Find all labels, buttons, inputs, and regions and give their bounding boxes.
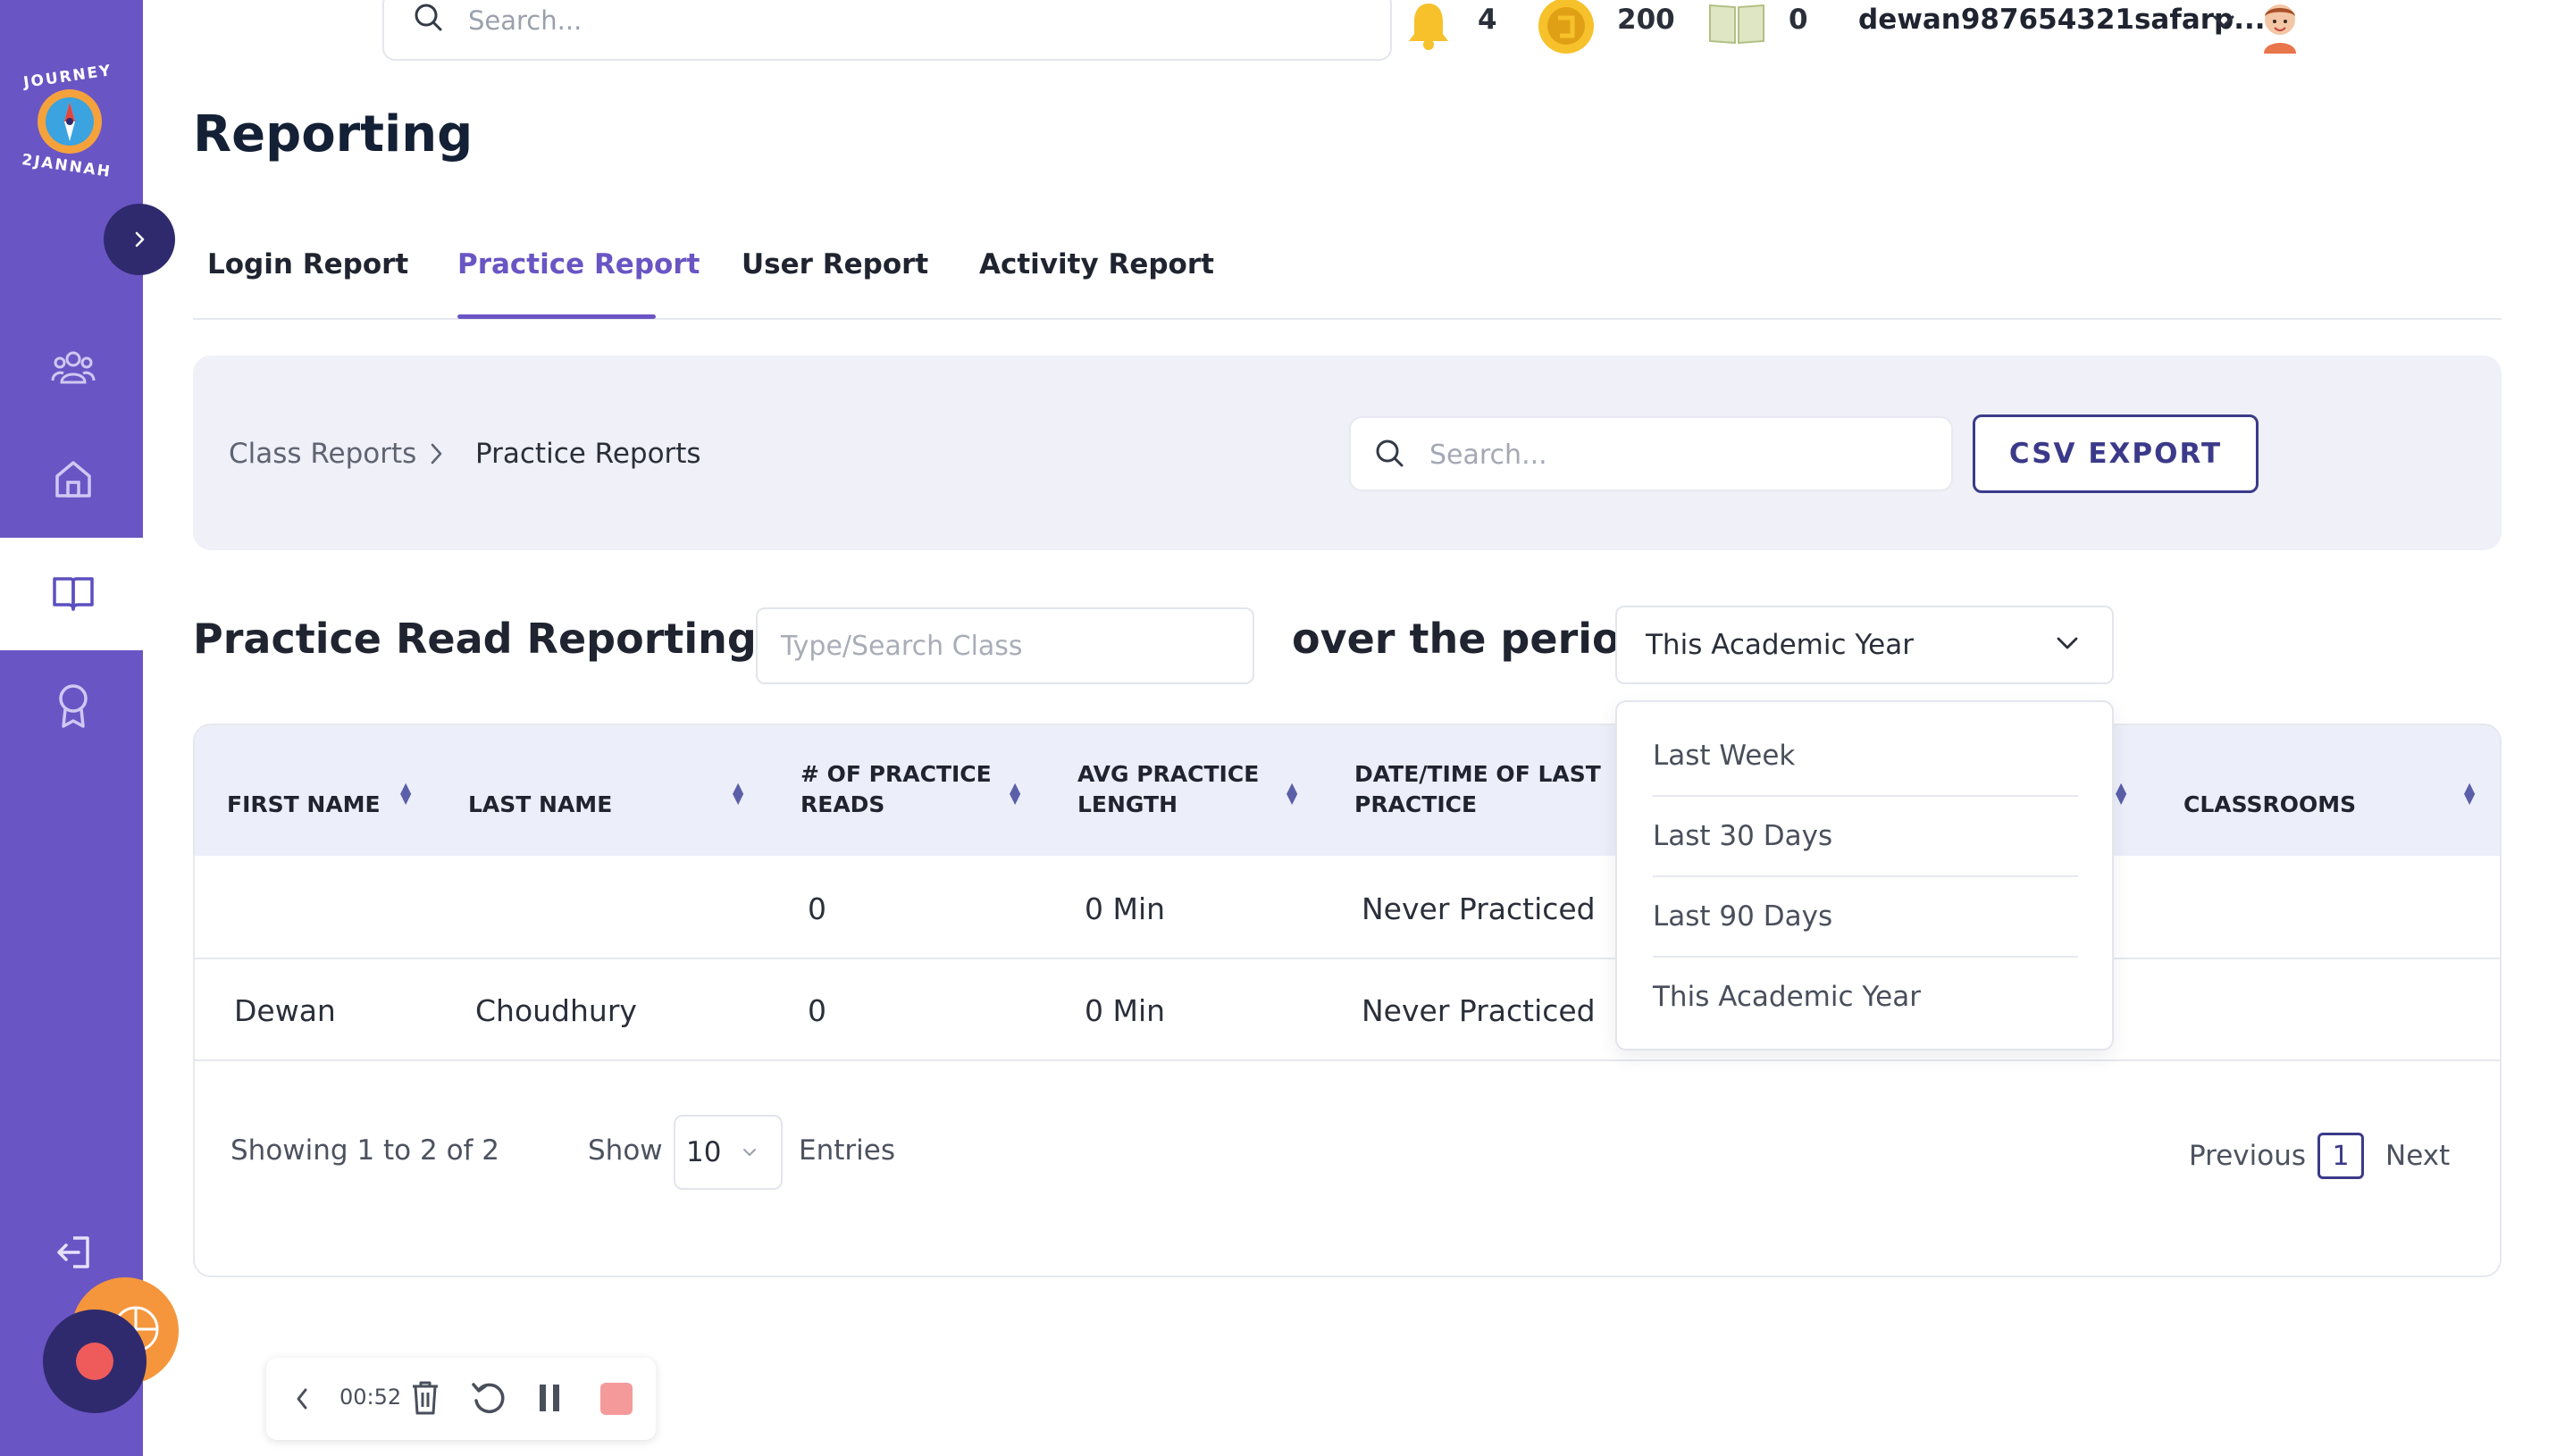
filter-label-period: over the period <box>1292 615 1650 663</box>
cell-avg-length: 0 Min <box>1085 993 1166 1028</box>
record-dot-icon <box>76 1343 113 1380</box>
search-icon <box>1372 436 1408 475</box>
user-name[interactable]: dewan987654321safarp... <box>1858 4 2266 36</box>
chevron-down-icon <box>2055 632 2080 657</box>
top-search-placeholder: Search... <box>468 5 582 36</box>
bell-icon[interactable] <box>1404 0 1453 55</box>
coins-count: 200 <box>1617 4 1675 36</box>
class-search-input[interactable]: Type/Search Class <box>756 607 1254 684</box>
sort-icon[interactable]: ▲ ▼ <box>400 781 411 806</box>
header-avg-practice-length[interactable]: AVG PRACTICE LENGTH <box>1077 759 1259 820</box>
cell-avg-length: 0 Min <box>1085 891 1166 926</box>
header-practice-reads[interactable]: # OF PRACTICE READS <box>800 759 992 820</box>
logout-button[interactable] <box>45 1224 102 1281</box>
chevron-down-icon[interactable] <box>2212 13 2235 34</box>
cell-last-name: Choudhury <box>475 993 637 1028</box>
option-divider <box>1653 956 2078 958</box>
tab-user-report[interactable]: User Report <box>742 248 928 280</box>
header-avg-line2: LENGTH <box>1077 791 1178 817</box>
show-label: Show <box>588 1134 663 1167</box>
tab-login-report[interactable]: Login Report <box>207 248 408 280</box>
csv-export-button[interactable]: CSV EXPORT <box>1973 414 2259 493</box>
entries-per-page-select[interactable]: 10 <box>674 1115 783 1190</box>
period-selected-value: This Academic Year <box>1646 629 1914 661</box>
cell-last-practice: Never Practiced <box>1362 993 1596 1028</box>
users-group-icon <box>51 351 96 384</box>
chevron-left-icon[interactable] <box>293 1385 311 1417</box>
pause-icon[interactable] <box>536 1381 563 1418</box>
period-option-this-academic-year[interactable]: This Academic Year <box>1653 981 1921 1013</box>
record-button[interactable] <box>43 1310 147 1413</box>
period-select[interactable]: This Academic Year <box>1615 606 2114 684</box>
header-last-practice-line2: PRACTICE <box>1354 791 1478 817</box>
chevron-right-icon <box>135 231 145 247</box>
stop-icon[interactable] <box>599 1381 634 1420</box>
page-title: Reporting <box>193 105 474 163</box>
header-classrooms[interactable]: CLASSROOMS <box>2183 790 2356 820</box>
showing-entries-text: Showing 1 to 2 of 2 <box>230 1134 500 1167</box>
header-last-name[interactable]: LAST NAME <box>468 790 612 820</box>
filter-label-prefix: Practice Read Reporting for <box>193 615 838 663</box>
header-last-practice[interactable]: DATE/TIME OF LAST PRACTICE <box>1354 759 1601 820</box>
cell-last-practice: Never Practiced <box>1362 891 1596 926</box>
cell-first-name: Dewan <box>234 993 336 1028</box>
entries-label: Entries <box>799 1134 895 1167</box>
sort-icon[interactable]: ▲ ▼ <box>1010 781 1020 806</box>
header-practice-reads-line2: READS <box>800 791 885 817</box>
avatar[interactable] <box>2257 0 2303 57</box>
sort-icon[interactable]: ▲ ▼ <box>1286 781 1297 806</box>
period-dropdown-menu: Last Week Last 30 Days Last 90 Days This… <box>1615 700 2114 1050</box>
top-search-input[interactable]: Search... <box>382 0 1392 61</box>
trash-icon[interactable] <box>409 1379 441 1420</box>
header-practice-reads-line1: # OF PRACTICE <box>800 761 992 787</box>
sidebar-expand-button[interactable] <box>104 204 175 275</box>
row-divider <box>195 958 2500 959</box>
breadcrumb-class-reports[interactable]: Class Reports <box>229 438 416 470</box>
period-option-last-week[interactable]: Last Week <box>1653 740 1795 772</box>
entries-value: 10 <box>686 1136 722 1168</box>
restart-icon[interactable] <box>470 1379 507 1420</box>
sort-icon[interactable]: ▲ ▼ <box>2116 781 2126 806</box>
open-book-icon <box>53 577 94 611</box>
next-page-button[interactable]: Next <box>2385 1140 2450 1172</box>
sort-icon[interactable]: ▲ ▼ <box>733 781 743 806</box>
chevron-right-icon <box>427 438 447 473</box>
books-count: 0 <box>1789 4 1808 36</box>
book-icon <box>1706 2 1767 48</box>
option-divider <box>1653 875 2078 877</box>
sidebar-item-reading[interactable] <box>45 565 102 622</box>
coin-icon <box>1537 0 1596 59</box>
cell-practice-reads: 0 <box>808 993 826 1028</box>
active-tab-indicator <box>457 314 656 319</box>
home-icon <box>55 461 91 498</box>
chevron-down-icon <box>742 1145 758 1162</box>
header-avg-line1: AVG PRACTICE <box>1077 761 1260 787</box>
header-first-name[interactable]: FIRST NAME <box>227 790 381 820</box>
page-1-button[interactable]: 1 <box>2317 1133 2364 1179</box>
tab-activity-report[interactable]: Activity Report <box>979 248 1214 280</box>
recorder-toolbar: 00:52 <box>266 1358 656 1440</box>
report-search-input[interactable]: Search... <box>1349 416 1953 491</box>
recording-time: 00:52 <box>339 1385 402 1410</box>
row-divider <box>195 1059 2500 1061</box>
sidebar-item-home[interactable] <box>45 450 102 507</box>
sidebar-item-groups[interactable] <box>45 338 102 395</box>
award-ribbon-icon <box>59 684 88 728</box>
cell-practice-reads: 0 <box>808 891 826 926</box>
tab-practice-report[interactable]: Practice Report <box>457 248 700 280</box>
logout-icon <box>57 1236 89 1268</box>
notifications-count: 4 <box>1478 4 1497 36</box>
period-option-last-90-days[interactable]: Last 90 Days <box>1653 900 1832 933</box>
class-search-placeholder: Type/Search Class <box>781 631 1023 662</box>
search-icon <box>411 0 447 39</box>
option-divider <box>1653 795 2078 797</box>
period-option-last-30-days[interactable]: Last 30 Days <box>1653 820 1832 852</box>
header-last-practice-line1: DATE/TIME OF LAST <box>1354 761 1601 787</box>
sort-icon[interactable]: ▲ ▼ <box>2464 781 2475 806</box>
previous-page-button[interactable]: Previous <box>2189 1140 2306 1172</box>
breadcrumb-practice-reports: Practice Reports <box>475 438 701 470</box>
report-search-placeholder: Search... <box>1429 439 1547 471</box>
sidebar-item-achievements[interactable] <box>45 677 102 734</box>
